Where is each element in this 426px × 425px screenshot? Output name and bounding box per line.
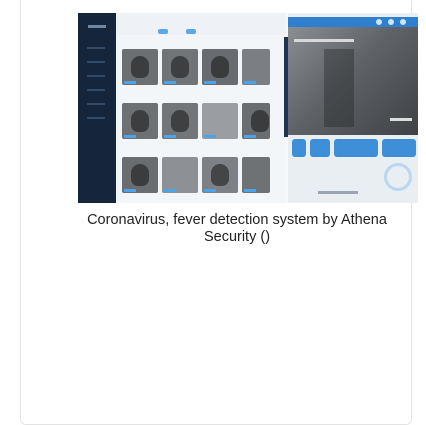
face-thumbnail bbox=[202, 49, 238, 85]
face-thumbnail bbox=[242, 103, 270, 139]
footer-label bbox=[318, 191, 358, 194]
dashboard-screenshot-image[interactable] bbox=[78, 13, 418, 203]
face-thumbnail bbox=[122, 157, 158, 193]
face-thumbnail-grid bbox=[116, 13, 310, 203]
grid-header bbox=[116, 13, 286, 35]
face-thumbnail bbox=[202, 157, 238, 193]
face-thumbnail bbox=[122, 103, 158, 139]
toolbar-icon bbox=[400, 19, 406, 25]
toolbar-icon bbox=[376, 19, 382, 25]
sidebar-nav-item bbox=[87, 89, 105, 91]
face-thumbnail bbox=[162, 157, 198, 193]
camera-scene bbox=[324, 49, 354, 127]
face-thumbnail bbox=[242, 157, 270, 193]
face-thumbnail bbox=[122, 49, 158, 85]
figure-card: Coronavirus, fever detection system by A… bbox=[20, 0, 418, 425]
control-button bbox=[310, 139, 330, 157]
dashboard-logo bbox=[88, 25, 106, 28]
temperature-readout bbox=[390, 118, 412, 121]
control-button bbox=[334, 139, 378, 157]
sidebar-nav-item bbox=[87, 117, 105, 119]
face-thumbnail bbox=[202, 103, 238, 139]
face-thumbnail bbox=[242, 49, 270, 85]
camera-osd-text bbox=[294, 39, 354, 42]
camera-panel bbox=[288, 13, 418, 203]
filter-pill bbox=[158, 29, 168, 34]
face-thumbnail bbox=[162, 49, 198, 85]
dashboard-sidebar bbox=[78, 13, 116, 203]
filter-pill bbox=[186, 29, 196, 34]
face-thumbnail bbox=[162, 103, 198, 139]
control-button bbox=[382, 139, 416, 157]
sidebar-nav-item bbox=[87, 75, 105, 77]
camera-toolbar bbox=[288, 17, 418, 27]
sidebar-nav-item bbox=[87, 103, 105, 105]
thermal-camera-feed bbox=[288, 27, 418, 135]
figure-caption: Coronavirus, fever detection system by A… bbox=[87, 212, 387, 245]
toolbar-icon bbox=[388, 19, 394, 25]
sidebar-nav-item bbox=[87, 47, 105, 49]
sidebar-nav-item bbox=[87, 61, 105, 63]
status-ring-icon bbox=[384, 163, 412, 191]
camera-controls bbox=[288, 139, 418, 159]
control-button bbox=[292, 139, 306, 157]
